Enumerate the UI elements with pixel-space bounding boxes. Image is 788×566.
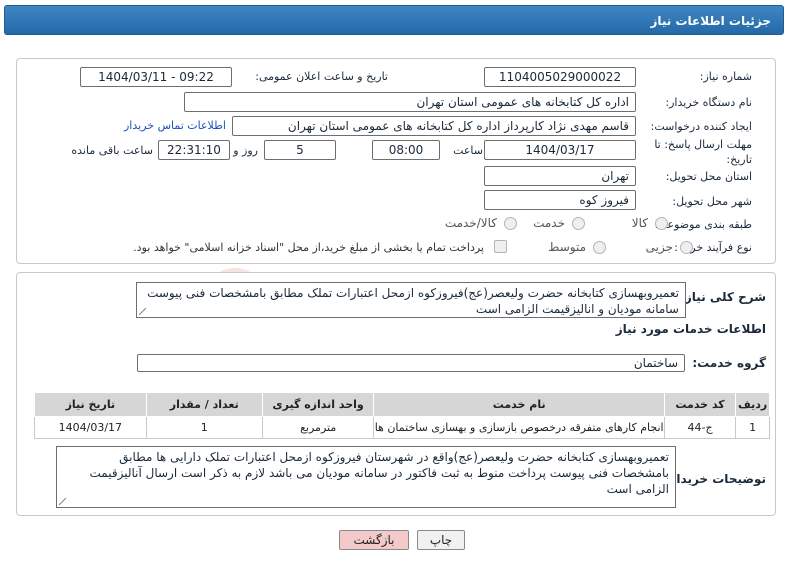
summary-label: شرح کلی نیاز: <box>680 290 766 304</box>
resize-handle-icon[interactable] <box>139 308 146 315</box>
column-header-quantity: تعداد / مقدار <box>145 392 263 417</box>
summary-text: تعمیروبهسازی کتابخانه حضرت ولیعصر(عج)فیر… <box>147 286 679 316</box>
column-header-service-name: نام خدمت <box>373 392 665 417</box>
buyer-org-field: اداره کل کتابخانه های عمومی استان تهران <box>184 92 636 112</box>
service-group-label: گروه خدمت: <box>692 356 766 370</box>
cell-need-date: 1404/03/17 <box>34 416 147 439</box>
table-header-row: ردیف کد خدمت نام خدمت واحد اندازه گیری ت… <box>34 392 770 417</box>
province-field: تهران <box>484 166 636 186</box>
province-label: استان محل تحویل: <box>665 170 752 183</box>
process-medium-label: متوسط <box>548 240 586 254</box>
deadline-label: مهلت ارسال پاسخ: تا <box>654 138 752 151</box>
creator-field: قاسم مهدی نژاد کارپرداز اداره کل کتابخان… <box>232 116 636 136</box>
need-number-field: 1104005029000022 <box>484 67 636 87</box>
time-remaining-field: 22:31:10 <box>158 140 230 160</box>
cell-unit: مترمربع <box>261 416 375 439</box>
category-goods-service-label: کالا/خدمت <box>444 216 497 230</box>
service-group-field: ساختمان <box>137 354 685 372</box>
deadline-time-field: 08:00 <box>372 140 440 160</box>
days-remaining-field: 5 <box>264 140 336 160</box>
column-header-unit: واحد اندازه گیری <box>261 392 375 417</box>
category-service-radio[interactable] <box>572 217 585 230</box>
cell-service-name: انجام کارهای متفرقه درخصوص بازسازی و بهس… <box>373 416 665 439</box>
category-goods-service-radio[interactable] <box>504 217 517 230</box>
process-minor-label: جزیی <box>645 240 673 254</box>
category-goods-radio[interactable] <box>655 217 668 230</box>
back-button[interactable]: بازگشت <box>339 530 409 550</box>
deadline-date-label: تاریخ: <box>726 153 752 166</box>
announce-datetime-label: تاریخ و ساعت اعلان عمومی: <box>255 70 388 83</box>
deadline-date-field: 1404/03/17 <box>484 140 636 160</box>
category-label: طبقه بندی موضوعی: <box>654 218 752 231</box>
buyer-org-label: نام دستگاه خریدار: <box>665 96 752 109</box>
treasury-payment-note: پرداخت تمام یا بخشی از مبلغ خرید،از محل … <box>133 241 484 254</box>
cell-row-number: 1 <box>735 416 770 439</box>
creator-label: ایجاد کننده درخواست: <box>650 120 752 133</box>
process-minor-radio[interactable] <box>680 241 693 254</box>
cell-quantity: 1 <box>145 416 263 439</box>
time-remaining-label: ساعت باقی مانده <box>71 144 153 157</box>
column-header-service-code: کد خدمت <box>663 392 737 417</box>
category-goods-label: کالا <box>631 216 648 230</box>
days-label: روز و <box>233 144 258 157</box>
page-header: جزئیات اطلاعات نیاز <box>4 5 784 35</box>
treasury-payment-checkbox[interactable] <box>494 240 507 253</box>
category-service-label: خدمت <box>533 216 565 230</box>
deadline-time-label: ساعت <box>453 144 483 157</box>
services-table: ردیف کد خدمت نام خدمت واحد اندازه گیری ت… <box>34 392 770 439</box>
city-label: شهر محل تحویل: <box>672 195 752 208</box>
city-field: فیروز کوه <box>484 190 636 210</box>
buyer-notes-textarea[interactable]: تعمیروبهسازی کتابخانه حضرت ولیعصر(عج)واق… <box>56 446 676 508</box>
services-section-title: اطلاعات خدمات مورد نیاز <box>615 322 766 336</box>
resize-handle-icon[interactable] <box>59 498 66 505</box>
process-medium-radio[interactable] <box>593 241 606 254</box>
buyer-notes-label: توضیحات خریدار: <box>664 472 766 486</box>
column-header-row-number: ردیف <box>735 392 770 417</box>
column-header-need-date: تاریخ نیاز <box>34 392 147 417</box>
need-number-label: شماره نیاز: <box>699 70 752 83</box>
cell-service-code: ج-44 <box>663 416 737 439</box>
summary-textarea[interactable]: تعمیروبهسازی کتابخانه حضرت ولیعصر(عج)فیر… <box>136 282 686 318</box>
print-button[interactable]: چاپ <box>417 530 465 550</box>
table-row: 1 ج-44 انجام کارهای متفرقه درخصوص بازساز… <box>34 416 770 439</box>
buyer-notes-text: تعمیروبهسازی کتابخانه حضرت ولیعصر(عج)واق… <box>89 450 670 496</box>
need-info-panel <box>16 58 776 264</box>
page-title: جزئیات اطلاعات نیاز <box>650 14 771 28</box>
announce-datetime-field: 1404/03/11 - 09:22 <box>80 67 232 87</box>
buyer-contact-link[interactable]: اطلاعات تماس خریدار <box>124 119 226 132</box>
